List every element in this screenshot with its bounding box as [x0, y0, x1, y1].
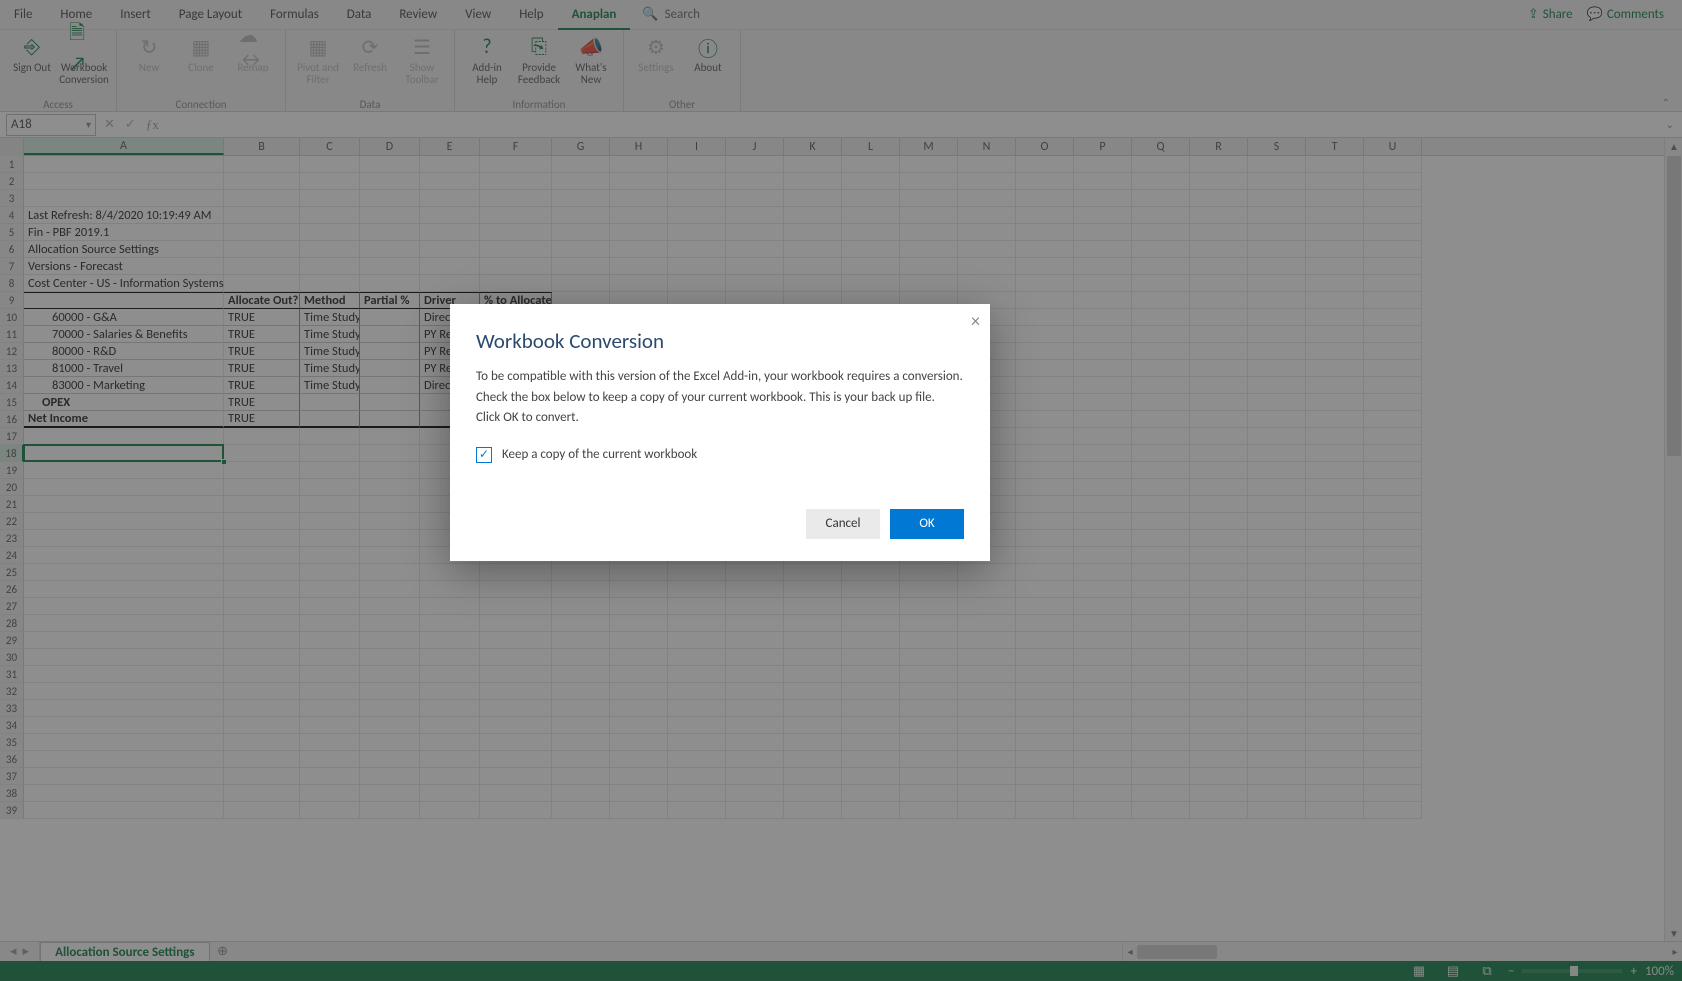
- dialog-body-text: To be compatible with this version of th…: [476, 368, 964, 427]
- checkbox-icon: ✓: [476, 447, 492, 463]
- dialog-text-2: Check the box below to keep a copy of yo…: [476, 389, 964, 407]
- modal-overlay: × Workbook Conversion To be compatible w…: [0, 0, 1682, 981]
- dialog-text-3: Click OK to convert.: [476, 409, 964, 427]
- cancel-button[interactable]: Cancel: [806, 509, 880, 539]
- ok-label: OK: [919, 516, 934, 531]
- dialog-title: Workbook Conversion: [476, 328, 964, 354]
- dialog-close-button[interactable]: ×: [971, 312, 980, 330]
- cancel-label: Cancel: [826, 516, 861, 531]
- ok-button[interactable]: OK: [890, 509, 964, 539]
- checkbox-label: Keep a copy of the current workbook: [502, 447, 697, 462]
- workbook-conversion-dialog: × Workbook Conversion To be compatible w…: [450, 304, 990, 561]
- keep-copy-checkbox[interactable]: ✓ Keep a copy of the current workbook: [476, 447, 964, 463]
- dialog-text-1: To be compatible with this version of th…: [476, 368, 964, 386]
